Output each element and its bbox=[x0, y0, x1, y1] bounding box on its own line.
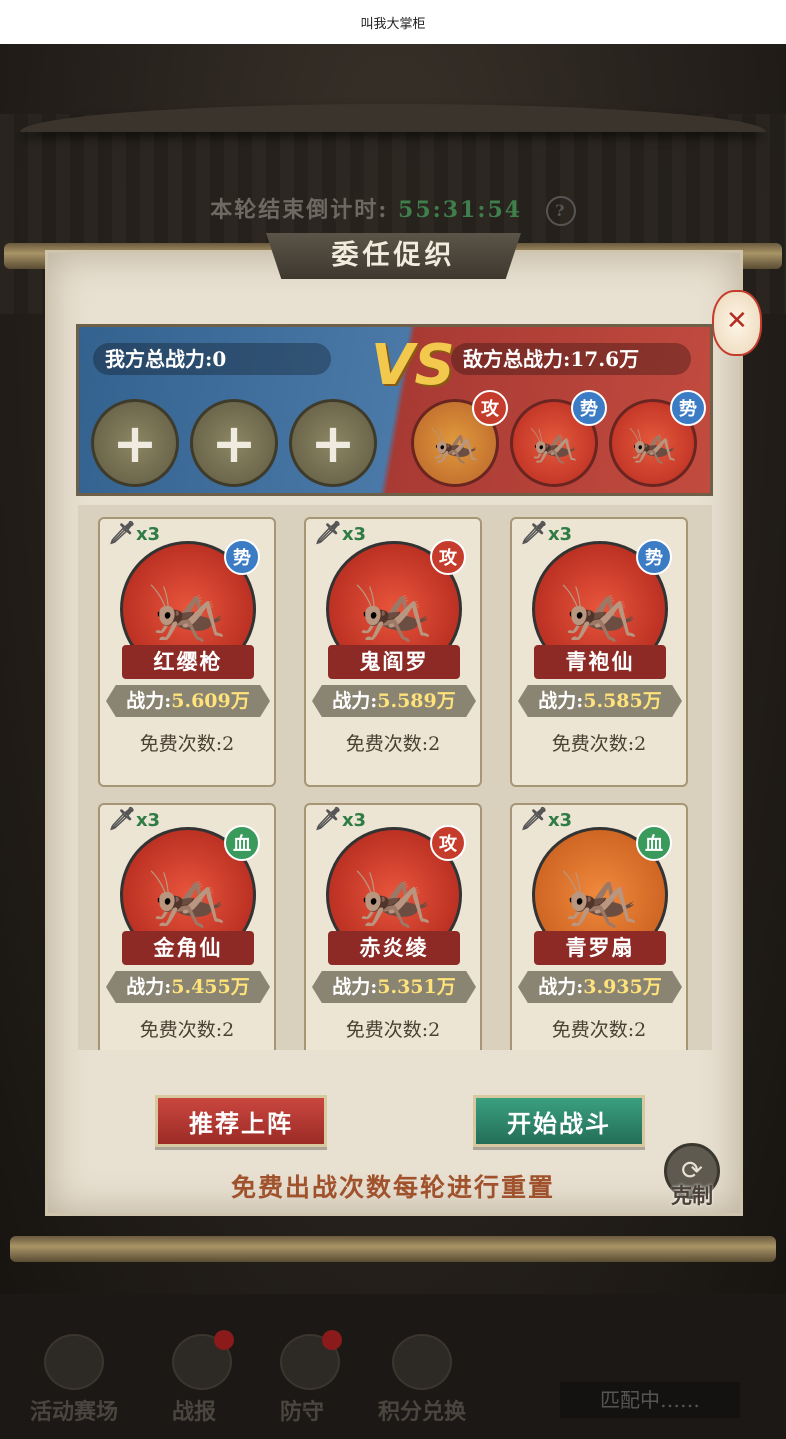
arena-icon bbox=[44, 1334, 104, 1390]
matching-status: 匹配中…… bbox=[560, 1382, 740, 1418]
blood-tag: 血 bbox=[224, 825, 260, 861]
cricket-power: 战力:5.589万 bbox=[312, 685, 476, 717]
card-multiplier: x3 bbox=[547, 524, 573, 545]
cricket-card-grid: 🗡x3 🦗 势 红缨枪 战力:5.609万 免费次数:2 🗡x3 🦗 攻 鬼阎罗… bbox=[78, 505, 712, 1050]
recommend-lineup-button[interactable]: 推荐上阵 bbox=[155, 1095, 327, 1147]
nav-points-exchange[interactable]: 积分兑换 bbox=[378, 1334, 466, 1426]
free-count: 免费次数:2 bbox=[345, 733, 441, 755]
card-multiplier: x3 bbox=[341, 524, 367, 545]
cricket-icon: 🦗 bbox=[430, 420, 480, 467]
help-icon[interactable]: ? bbox=[545, 196, 576, 226]
cricket-card[interactable]: 🗡x3 🦗 血 青罗扇 战力:3.935万 免费次数:2 bbox=[510, 803, 688, 1050]
enemy-total-power: 敌方总战力:17.6万 bbox=[451, 343, 691, 375]
cricket-power: 战力:5.609万 bbox=[106, 685, 270, 717]
cricket-card[interactable]: 🗡x3 🦗 攻 鬼阎罗 战力:5.589万 免费次数:2 bbox=[304, 517, 482, 787]
cricket-icon: 🦗 bbox=[529, 420, 579, 467]
cricket-power: 战力:5.585万 bbox=[518, 685, 682, 717]
enemy-unit-3: 🦗 势 bbox=[609, 390, 706, 487]
momentum-tag: 势 bbox=[636, 539, 672, 575]
sword-icon: 🗡 bbox=[520, 807, 548, 832]
cricket-name: 红缨枪 bbox=[122, 645, 254, 679]
cricket-card[interactable]: 🗡x3 🦗 攻 赤炎绫 战力:5.351万 免费次数:2 bbox=[304, 803, 482, 1050]
video-icon bbox=[172, 1330, 234, 1390]
free-count: 免费次数:2 bbox=[139, 733, 235, 755]
cricket-power: 战力:3.935万 bbox=[518, 971, 682, 1003]
sword-icon: 🗡 bbox=[314, 521, 342, 546]
free-count: 免费次数:2 bbox=[551, 733, 647, 755]
shield-icon bbox=[280, 1330, 342, 1390]
cricket-power: 战力:5.455万 bbox=[106, 971, 270, 1003]
versus-panel: 我方总战力:0 敌方总战力:17.6万 VS + + + 🦗 攻 🦗 势 🦗 势 bbox=[76, 324, 713, 496]
cricket-name: 青袍仙 bbox=[534, 645, 666, 679]
countdown-time: 55:31:54 bbox=[398, 197, 523, 223]
card-multiplier: x3 bbox=[341, 810, 367, 831]
app-title: 叫我大掌柜 bbox=[360, 16, 426, 32]
cricket-name: 金角仙 bbox=[122, 931, 254, 965]
card-multiplier: x3 bbox=[547, 810, 573, 831]
enemy-unit-2: 🦗 势 bbox=[510, 390, 607, 487]
cricket-card[interactable]: 🗡x3 🦗 势 红缨枪 战力:5.609万 免费次数:2 bbox=[98, 517, 276, 787]
sword-icon: 🗡 bbox=[314, 807, 342, 832]
vs-label: VS bbox=[371, 333, 455, 398]
notification-dot bbox=[322, 1330, 342, 1350]
round-countdown: 本轮结束倒计时: 55:31:54 ? bbox=[0, 192, 786, 226]
cricket-name: 青罗扇 bbox=[534, 931, 666, 965]
enemy-unit-1: 🦗 攻 bbox=[411, 390, 508, 487]
card-multiplier: x3 bbox=[135, 810, 161, 831]
scroll-bottom-rod bbox=[10, 1236, 776, 1262]
background-eave bbox=[20, 104, 766, 132]
momentum-tag: 势 bbox=[571, 390, 607, 426]
momentum-tag: 势 bbox=[670, 390, 706, 426]
cricket-power: 战力:5.351万 bbox=[312, 971, 476, 1003]
cricket-icon: 🦗 bbox=[628, 420, 678, 467]
countdown-label: 本轮结束倒计时: bbox=[210, 197, 389, 223]
cricket-card[interactable]: 🗡x3 🦗 血 金角仙 战力:5.455万 免费次数:2 bbox=[98, 803, 276, 1050]
my-slot-1[interactable]: + bbox=[91, 399, 179, 487]
nav-activity-arena[interactable]: 活动赛场 bbox=[30, 1334, 118, 1426]
app-title-bar: 叫我大掌柜 bbox=[0, 0, 786, 44]
sword-icon: 🗡 bbox=[520, 521, 548, 546]
exchange-icon bbox=[392, 1334, 452, 1390]
sword-icon: 🗡 bbox=[108, 807, 136, 832]
momentum-tag: 势 bbox=[224, 539, 260, 575]
notification-dot bbox=[214, 1330, 234, 1350]
cricket-name: 鬼阎罗 bbox=[328, 645, 460, 679]
my-slot-3[interactable]: + bbox=[289, 399, 377, 487]
cricket-name: 赤炎绫 bbox=[328, 931, 460, 965]
my-total-power: 我方总战力:0 bbox=[93, 343, 331, 375]
nav-defense[interactable]: 防守 bbox=[280, 1330, 342, 1426]
sword-icon: 🗡 bbox=[108, 521, 136, 546]
close-lantern-icon[interactable] bbox=[712, 290, 762, 356]
free-count: 免费次数:2 bbox=[551, 1019, 647, 1041]
nav-battle-report[interactable]: 战报 bbox=[172, 1330, 234, 1426]
cricket-card[interactable]: 🗡x3 🦗 势 青袍仙 战力:5.585万 免费次数:2 bbox=[510, 517, 688, 787]
attack-tag: 攻 bbox=[430, 825, 466, 861]
my-slot-2[interactable]: + bbox=[190, 399, 278, 487]
counter-label[interactable]: 克制 bbox=[664, 1180, 720, 1210]
card-multiplier: x3 bbox=[135, 524, 161, 545]
dialog-title: 委任促织 bbox=[266, 233, 521, 279]
attack-tag: 攻 bbox=[472, 390, 508, 426]
attack-tag: 攻 bbox=[430, 539, 466, 575]
free-count: 免费次数:2 bbox=[139, 1019, 235, 1041]
free-count: 免费次数:2 bbox=[345, 1019, 441, 1041]
blood-tag: 血 bbox=[636, 825, 672, 861]
start-battle-button[interactable]: 开始战斗 bbox=[473, 1095, 645, 1147]
